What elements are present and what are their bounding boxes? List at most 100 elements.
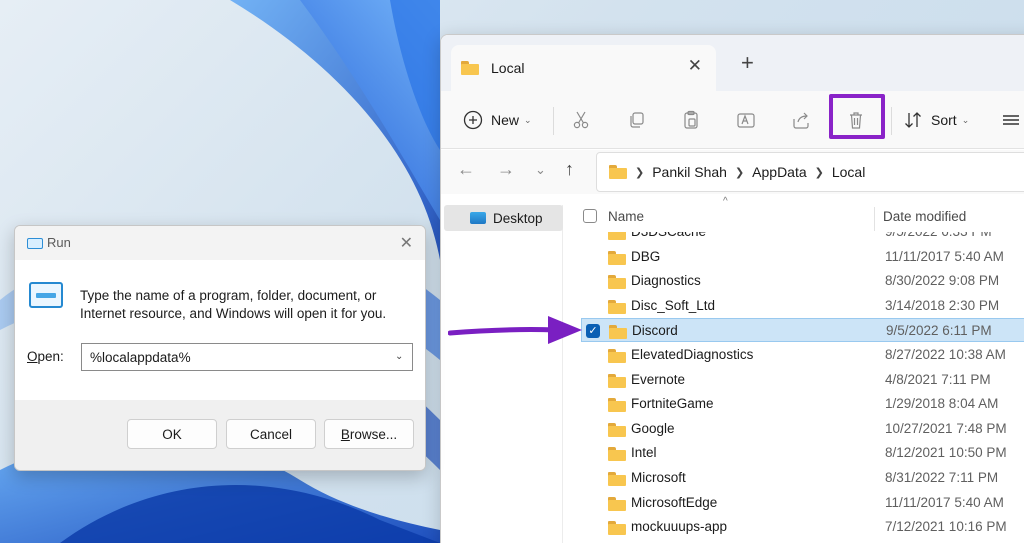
folder-icon	[608, 275, 626, 290]
file-date-modified: 9/5/2022 6:11 PM	[886, 323, 992, 339]
file-row[interactable]: MicrosoftEdge 11/11/2017 5:40 AM	[581, 491, 1024, 515]
folder-icon	[608, 299, 626, 314]
breadcrumb-appdata[interactable]: AppData	[752, 164, 806, 180]
file-date-modified: 8/12/2021 10:50 PM	[885, 445, 1007, 461]
folder-icon	[609, 325, 627, 340]
file-name: Microsoft	[631, 470, 686, 485]
file-row[interactable]: Disc_Soft_Ltd 3/14/2018 2:30 PM	[581, 294, 1024, 318]
view-lines-icon	[1003, 115, 1019, 125]
file-name: mockuuups-app	[631, 519, 728, 535]
file-row[interactable]: mockuuups-app 7/12/2021 10:16 PM	[581, 515, 1024, 539]
column-divider[interactable]	[874, 207, 875, 231]
run-dialog: Run ✕ Type the name of a program, folder…	[14, 225, 426, 471]
folder-icon	[608, 373, 626, 388]
file-name: ElevatedDiagnostics	[631, 347, 754, 362]
run-app-icon	[27, 238, 43, 249]
address-bar[interactable]: ❯ Pankil Shah ❯ AppData ❯ Local	[596, 152, 1024, 192]
browse-label-text: rowse...	[349, 426, 398, 442]
file-row[interactable]: D3DSCache 9/5/2022 6:33 PM	[581, 232, 1024, 244]
run-icon	[29, 282, 63, 308]
paste-button[interactable]	[681, 91, 701, 149]
run-button-bar: OK Cancel Browse...	[15, 400, 425, 470]
file-row[interactable]: ✓ Discord 9/5/2022 6:11 PM	[581, 318, 1024, 343]
file-row[interactable]: Intel 8/12/2021 10:50 PM	[581, 441, 1024, 465]
open-label-text: pen:	[37, 349, 64, 364]
file-name: Google	[631, 420, 675, 436]
up-arrow-icon[interactable]: ↑	[565, 160, 574, 178]
file-date-modified: 7/12/2021 10:16 PM	[885, 519, 1007, 535]
file-date-modified: 8/31/2022 7:11 PM	[885, 470, 999, 485]
file-date-modified: 8/27/2022 10:38 AM	[885, 347, 1006, 362]
delete-button-highlight	[829, 94, 885, 139]
breadcrumb-pankil-shah[interactable]: Pankil Shah	[652, 164, 727, 180]
file-row[interactable]: DBG 11/11/2017 5:40 AM	[581, 245, 1024, 269]
file-name: Diagnostics	[631, 273, 701, 289]
new-tab-button[interactable]: +	[741, 52, 754, 74]
open-input[interactable]	[81, 343, 413, 371]
copy-icon	[630, 112, 644, 128]
breadcrumb-local[interactable]: Local	[832, 164, 865, 180]
tab-local[interactable]: Local ✕	[451, 45, 716, 91]
sort-button-label: Sort	[931, 112, 957, 128]
new-button-label: New	[491, 112, 520, 128]
row-checkbox-checked[interactable]: ✓	[586, 324, 600, 339]
column-header-name[interactable]: Name	[608, 209, 644, 224]
file-name: MicrosoftEdge	[631, 494, 718, 510]
close-icon[interactable]: ✕	[400, 233, 413, 253]
file-date-modified: 1/29/2018 8:04 AM	[885, 396, 999, 412]
select-all-checkbox[interactable]	[583, 209, 597, 223]
cut-button[interactable]	[571, 91, 591, 149]
file-name: Disc_Soft_Ltd	[631, 297, 716, 313]
nav-item-desktop[interactable]: Desktop	[444, 205, 563, 231]
chevron-right-icon: ❯	[734, 166, 745, 179]
plus-circle-icon	[463, 110, 483, 130]
new-button[interactable]: New ⌄	[463, 91, 532, 149]
file-date-modified: 9/5/2022 6:33 PM	[885, 232, 992, 239]
run-title: Run	[47, 235, 71, 250]
run-body: Type the name of a program, folder, docu…	[15, 260, 425, 400]
chevron-down-icon: ⌄	[961, 114, 970, 125]
file-list: ^ Name Date modified D3DSCache 9/5/2022 6…	[563, 195, 1024, 543]
toolbar-divider	[553, 107, 554, 135]
file-rows: D3DSCache 9/5/2022 6:33 PM DBG 11/11/2017 5…	[563, 232, 1024, 543]
file-name: FortniteGame	[631, 396, 714, 412]
file-row[interactable]: FortniteGame 1/29/2018 8:04 AM	[581, 392, 1024, 416]
forward-arrow-icon[interactable]: →	[497, 160, 515, 178]
clipboard-icon	[684, 110, 698, 129]
file-row[interactable]: Google 10/27/2021 7:48 PM	[581, 417, 1024, 441]
sort-arrows-icon	[905, 112, 921, 128]
browse-accelerator: B	[340, 426, 350, 442]
cancel-button[interactable]: Cancel	[226, 419, 316, 449]
file-row[interactable]: Evernote 4/8/2021 7:11 PM	[581, 368, 1024, 392]
folder-icon	[608, 496, 626, 511]
scissors-icon	[573, 111, 589, 129]
sort-button[interactable]: Sort ⌄	[903, 91, 969, 149]
rename-icon	[737, 113, 755, 128]
file-row[interactable]: Microsoft 8/31/2022 7:11 PM	[581, 466, 1024, 490]
file-row[interactable]: Diagnostics 8/30/2022 9:08 PM	[581, 269, 1024, 293]
file-row[interactable]: ElevatedDiagnostics 8/27/2022 10:38 AM	[581, 343, 1024, 367]
file-name: Evernote	[631, 371, 686, 387]
back-arrow-icon[interactable]: ←	[457, 160, 475, 178]
folder-icon	[608, 521, 626, 536]
file-date-modified: 11/11/2017 5:40 AM	[885, 248, 1004, 264]
chevron-right-icon: ❯	[635, 166, 645, 179]
ok-button[interactable]: OK	[127, 419, 217, 449]
browse-button[interactable]: Browse...	[324, 419, 414, 449]
run-description: Type the name of a program, folder, docu…	[80, 288, 387, 321]
share-icon	[793, 112, 809, 129]
recent-locations-chevron-icon[interactable]: ⌄	[535, 163, 546, 176]
folder-icon	[608, 349, 626, 363]
view-button[interactable]	[1001, 91, 1021, 149]
desktop-icon	[470, 212, 486, 224]
rename-button[interactable]	[736, 91, 756, 149]
file-name: Intel	[631, 445, 657, 461]
column-header-date-modified[interactable]: Date modified	[883, 209, 966, 224]
close-tab-icon[interactable]: ✕	[688, 57, 702, 74]
sort-ascending-caret-icon: ^	[723, 196, 728, 207]
folder-icon	[461, 61, 479, 75]
folder-icon	[608, 422, 626, 437]
copy-button[interactable]	[627, 91, 647, 149]
share-button[interactable]	[791, 91, 811, 149]
chevron-down-icon[interactable]: ⌄	[395, 351, 403, 362]
